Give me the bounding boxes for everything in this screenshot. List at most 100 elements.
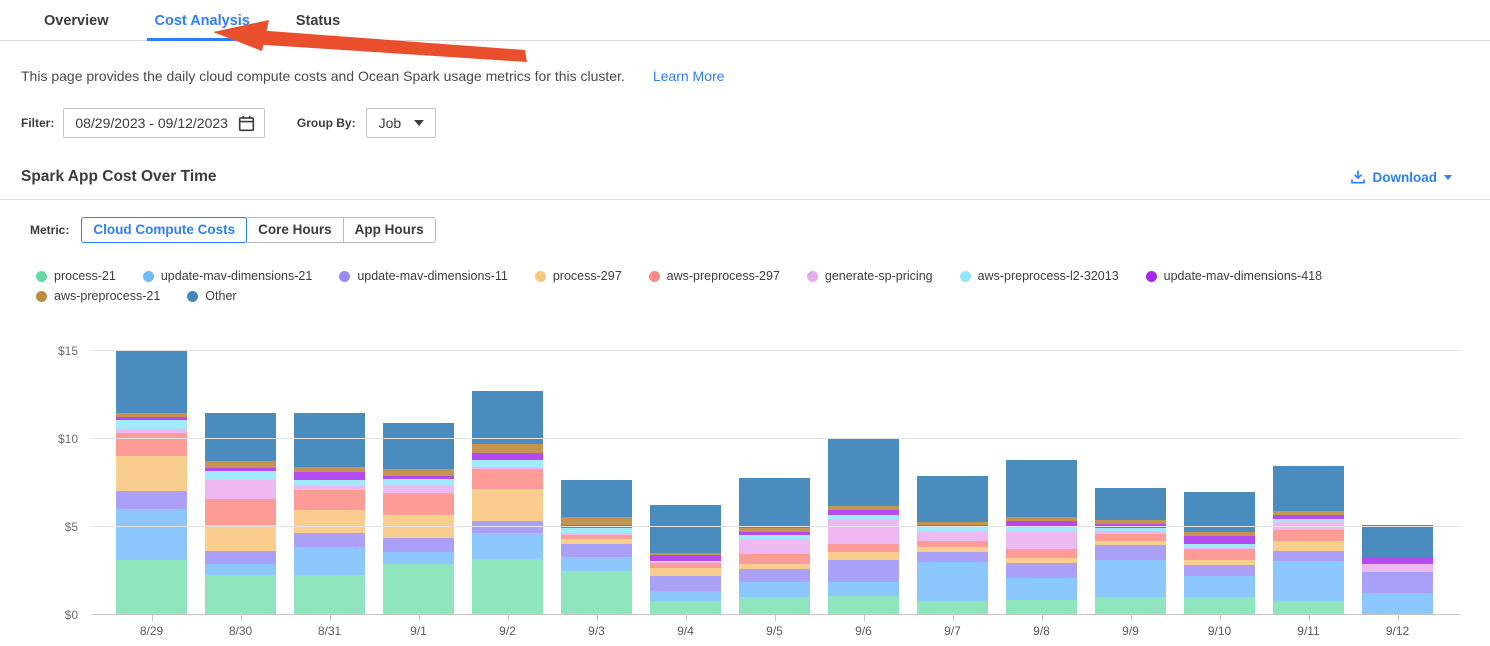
group-by-select[interactable]: Job <box>366 108 437 138</box>
bar-9-2-seg-aws-preprocess-l2-32013 <box>472 460 543 467</box>
bar-9-5-seg-aws-preprocess-297 <box>739 554 810 564</box>
bar-9-2-seg-process-21 <box>472 559 543 615</box>
legend-dot-icon <box>535 271 546 282</box>
bar-9-9-seg-process-21 <box>1095 597 1166 615</box>
legend-item-aws-preprocess-l2-32013[interactable]: aws-preprocess-l2-32013 <box>960 269 1119 283</box>
bar-9-6-seg-update-mav-dimensions-11 <box>828 560 899 582</box>
x-axis-label-9-11: 9/11 <box>1273 615 1344 638</box>
bar-9-9 <box>1095 488 1166 615</box>
bar-8-30 <box>205 413 276 615</box>
bar-8-31-seg-process-297 <box>294 510 365 533</box>
metric-button-core-hours[interactable]: Core Hours <box>246 217 344 243</box>
bar-9-1-seg-aws-preprocess-21 <box>383 469 454 476</box>
legend-item-aws-preprocess-21[interactable]: aws-preprocess-21 <box>36 289 160 303</box>
legend-label: update-mav-dimensions-11 <box>357 269 508 283</box>
legend-label: aws-preprocess-297 <box>667 269 780 283</box>
legend-item-other[interactable]: Other <box>187 289 236 303</box>
bar-9-2-seg-other <box>472 391 543 444</box>
bar-9-1-seg-process-21 <box>383 564 454 615</box>
y-axis-label-15: $15 <box>0 344 78 358</box>
bar-8-30-seg-aws-preprocess-l2-32013 <box>205 471 276 480</box>
tab-status[interactable]: Status <box>288 13 348 41</box>
bar-9-10-seg-process-21 <box>1184 597 1255 615</box>
legend-item-update-mav-dimensions-418[interactable]: update-mav-dimensions-418 <box>1146 269 1322 283</box>
bar-9-5 <box>739 478 810 615</box>
bar-8-30-seg-aws-preprocess-297 <box>205 499 276 525</box>
bar-9-11-seg-process-21 <box>1273 601 1344 615</box>
bar-9-11 <box>1273 466 1344 615</box>
legend-label: process-21 <box>54 269 116 283</box>
legend-dot-icon <box>36 271 47 282</box>
x-axis-label-9-4: 9/4 <box>650 615 721 638</box>
metric-button-cloud-compute-costs[interactable]: Cloud Compute Costs <box>81 217 247 243</box>
legend-dot-icon <box>807 271 818 282</box>
bar-9-2-seg-aws-preprocess-21 <box>472 444 543 453</box>
bar-9-8-seg-aws-preprocess-297 <box>1006 549 1077 558</box>
bar-9-1-seg-generate-sp-pricing <box>383 486 454 493</box>
bar-9-12 <box>1362 525 1433 615</box>
bar-9-6-seg-aws-preprocess-297 <box>828 544 899 552</box>
learn-more-link[interactable]: Learn More <box>653 68 725 84</box>
date-range-value: 08/29/2023 - 09/12/2023 <box>75 115 228 131</box>
bar-8-30-seg-process-297 <box>205 525 276 551</box>
bar-8-29-seg-process-21 <box>116 560 187 615</box>
legend-item-process-21[interactable]: process-21 <box>36 269 116 283</box>
bar-9-7 <box>917 476 988 615</box>
legend-dot-icon <box>649 271 660 282</box>
legend-dot-icon <box>1146 271 1157 282</box>
bar-8-31-seg-process-21 <box>294 575 365 615</box>
legend-label: process-297 <box>553 269 622 283</box>
legend-dot-icon <box>960 271 971 282</box>
y-axis-label-5: $5 <box>0 520 78 534</box>
tab-overview[interactable]: Overview <box>36 13 117 41</box>
legend-item-process-297[interactable]: process-297 <box>535 269 622 283</box>
bar-9-7-seg-generate-sp-pricing <box>917 531 988 541</box>
bar-9-7-seg-update-mav-dimensions-11 <box>917 552 988 562</box>
download-button[interactable]: Download <box>1350 169 1453 185</box>
bar-9-1-seg-aws-preprocess-l2-32013 <box>383 479 454 486</box>
bar-9-8-seg-process-21 <box>1006 600 1077 615</box>
legend-item-generate-sp-pricing[interactable]: generate-sp-pricing <box>807 269 933 283</box>
bar-8-30-seg-update-mav-dimensions-21 <box>205 564 276 575</box>
bar-9-1-seg-aws-preprocess-297 <box>383 493 454 515</box>
x-axis-label-8-30: 8/30 <box>205 615 276 638</box>
bar-9-5-seg-update-mav-dimensions-11 <box>739 569 810 582</box>
bar-8-29-seg-aws-preprocess-l2-32013 <box>116 420 187 429</box>
bar-9-2-seg-aws-preprocess-297 <box>472 469 543 489</box>
x-axis-label-9-10: 9/10 <box>1184 615 1255 638</box>
legend-label: aws-preprocess-l2-32013 <box>978 269 1119 283</box>
legend-label: aws-preprocess-21 <box>54 289 160 303</box>
bar-8-31-seg-update-mav-dimensions-11 <box>294 533 365 547</box>
bar-9-1-seg-update-mav-dimensions-21 <box>383 552 454 564</box>
chart-plot-area <box>92 343 1460 615</box>
bar-9-8-seg-generate-sp-pricing <box>1006 531 1077 549</box>
page-description: This page provides the daily cloud compu… <box>21 68 625 84</box>
bar-9-9-seg-update-mav-dimensions-11 <box>1095 545 1166 560</box>
bar-9-8-seg-other <box>1006 460 1077 517</box>
bar-9-4 <box>650 505 721 615</box>
legend-label: update-mav-dimensions-21 <box>161 269 312 283</box>
bar-9-4-seg-update-mav-dimensions-21 <box>650 591 721 601</box>
legend-item-update-mav-dimensions-11[interactable]: update-mav-dimensions-11 <box>339 269 508 283</box>
chart-legend: process-21 update-mav-dimensions-21 update… <box>36 269 1460 303</box>
x-axis-labels: 8/298/308/319/19/29/39/49/59/69/79/89/99… <box>116 615 1433 638</box>
legend-item-update-mav-dimensions-21[interactable]: update-mav-dimensions-21 <box>143 269 312 283</box>
x-axis-label-9-12: 9/12 <box>1362 615 1433 638</box>
bar-9-2-seg-process-297 <box>472 489 543 521</box>
bar-8-31-seg-aws-preprocess-297 <box>294 490 365 510</box>
bar-8-30-seg-aws-preprocess-21 <box>205 461 276 468</box>
x-axis-label-8-31: 8/31 <box>294 615 365 638</box>
legend-item-aws-preprocess-297[interactable]: aws-preprocess-297 <box>649 269 780 283</box>
metric-button-app-hours[interactable]: App Hours <box>343 217 436 243</box>
tab-bar: Overview Cost Analysis Status <box>0 0 1490 41</box>
bar-9-12-seg-update-mav-dimensions-11 <box>1362 572 1433 593</box>
calendar-icon <box>238 115 255 132</box>
tab-cost-analysis[interactable]: Cost Analysis <box>147 13 258 41</box>
bar-9-5-seg-other <box>739 478 810 528</box>
bar-9-6-seg-process-297 <box>828 552 899 560</box>
bar-9-3-seg-other <box>561 480 632 517</box>
bar-9-10-seg-aws-preprocess-297 <box>1184 549 1255 560</box>
date-range-input[interactable]: 08/29/2023 - 09/12/2023 <box>63 108 265 138</box>
bar-9-7-seg-update-mav-dimensions-21 <box>917 562 988 601</box>
bar-9-10-seg-update-mav-dimensions-418 <box>1184 536 1255 544</box>
